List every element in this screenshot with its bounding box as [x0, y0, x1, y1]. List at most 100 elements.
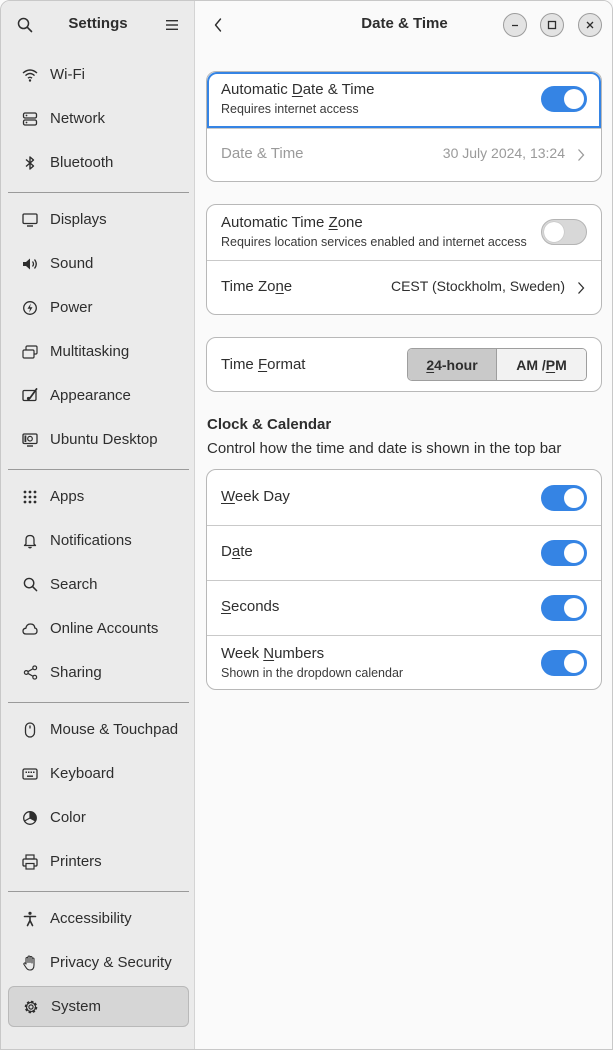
sidebar-item-mouse-touchpad[interactable]: Mouse & Touchpad [8, 709, 189, 750]
seconds-title: Seconds [221, 598, 280, 615]
sidebar-item-label: Keyboard [50, 765, 115, 782]
power-icon [21, 299, 39, 317]
maximize-button[interactable] [540, 13, 564, 37]
minimize-icon [512, 24, 518, 27]
time-format-card: Time Format 2 4-hour AM / PM [206, 337, 602, 392]
bluetooth-icon [21, 154, 39, 172]
gear-icon [22, 998, 40, 1016]
automatic-date-time-switch[interactable] [541, 86, 587, 112]
sidebar-item-label: Apps [50, 488, 85, 505]
sidebar-item-sound[interactable]: Sound [8, 243, 189, 284]
time-zone-row[interactable]: Time Zone CEST (Stockholm, Sweden) [207, 261, 601, 314]
sidebar-item-label: Notifications [50, 532, 132, 549]
appearance-icon [21, 387, 39, 405]
sidebar-item-power[interactable]: Power [8, 287, 189, 328]
speaker-icon [21, 255, 39, 273]
week-day-row[interactable]: Week Day [207, 470, 601, 525]
close-icon [586, 21, 594, 29]
time-format-am-pm-button[interactable]: AM / PM [496, 349, 586, 380]
date-switch[interactable] [541, 540, 587, 566]
sidebar-item-privacy-security[interactable]: Privacy & Security [8, 942, 189, 983]
clock-calendar-description: Control how the time and date is shown i… [207, 440, 562, 457]
sidebar-item-system[interactable]: System [8, 986, 189, 1027]
sidebar-item-online-accounts[interactable]: Online Accounts [8, 608, 189, 649]
sidebar-item-displays[interactable]: Displays [8, 199, 189, 240]
sidebar-item-apps[interactable]: Apps [8, 476, 189, 517]
time-format-toggle-group: 2 4-hour AM / PM [407, 348, 587, 381]
sidebar-item-label: Network [50, 110, 106, 127]
automatic-time-zone-switch[interactable] [541, 219, 587, 245]
date-time-row: Date & Time 30 July 2024, 13:24 [207, 129, 601, 181]
week-numbers-title: Week Numbers [221, 645, 325, 662]
sidebar-item-multitasking[interactable]: Multitasking [8, 331, 189, 372]
sidebar-item-search[interactable]: Search [8, 564, 189, 605]
automatic-date-time-row[interactable]: Automatic Date & Time Requires internet … [207, 72, 601, 128]
clock-calendar-card: Week Day Date Seconds Week Numbers Shown… [206, 469, 602, 690]
seconds-switch[interactable] [541, 595, 587, 621]
chevron-right-icon [575, 147, 587, 163]
wifi-icon [21, 66, 39, 84]
sidebar-item-label: Displays [50, 211, 107, 228]
time-format-title: Time Format [221, 356, 306, 373]
minimize-button[interactable] [503, 13, 527, 37]
sidebar-item-sharing[interactable]: Sharing [8, 652, 189, 693]
sidebar-item-accessibility[interactable]: Accessibility [8, 898, 189, 939]
sidebar-separator [8, 192, 189, 193]
automatic-time-zone-row[interactable]: Automatic Time Zone Requires location se… [207, 205, 601, 260]
menu-icon[interactable] [162, 15, 182, 35]
sidebar-header: Settings [1, 1, 195, 49]
sidebar-item-label: Sound [50, 255, 94, 272]
sidebar-item-label: Color [50, 809, 86, 826]
printer-icon [21, 853, 39, 871]
date-time-card: Automatic Date & Time Requires internet … [206, 71, 602, 182]
accessibility-icon [21, 910, 39, 928]
share-icon [21, 664, 39, 682]
sidebar-item-label: Power [50, 299, 93, 316]
week-day-switch[interactable] [541, 485, 587, 511]
sidebar: Settings Wi-Fi Network Bluetooth Display… [1, 1, 195, 1049]
sidebar-item-keyboard[interactable]: Keyboard [8, 753, 189, 794]
maximize-icon [547, 20, 557, 30]
search-icon [21, 576, 39, 594]
clock-calendar-heading: Clock & Calendar [207, 416, 332, 433]
sidebar-item-label: Privacy & Security [50, 954, 172, 971]
sidebar-item-appearance[interactable]: Appearance [8, 375, 189, 416]
sidebar-item-network[interactable]: Network [8, 98, 189, 139]
date-time-value: 30 July 2024, 13:24 [442, 145, 565, 161]
sidebar-item-label: Appearance [50, 387, 131, 404]
sidebar-item-label: Ubuntu Desktop [50, 431, 158, 448]
sidebar-item-printers[interactable]: Printers [8, 841, 189, 882]
time-format-24-hour-button[interactable]: 2 4-hour [408, 349, 496, 380]
time-zone-value: CEST (Stockholm, Sweden) [390, 278, 565, 294]
date-row[interactable]: Date [207, 526, 601, 580]
cloud-icon [21, 620, 39, 638]
sidebar-separator [8, 469, 189, 470]
sidebar-item-notifications[interactable]: Notifications [8, 520, 189, 561]
sidebar-item-color[interactable]: Color [8, 797, 189, 838]
display-icon [21, 211, 39, 229]
week-numbers-switch[interactable] [541, 650, 587, 676]
sidebar-item-label: Search [50, 576, 98, 593]
sidebar-item-label: Multitasking [50, 343, 130, 360]
multitasking-icon [21, 343, 39, 361]
seconds-row[interactable]: Seconds [207, 581, 601, 635]
sidebar-item-label: Accessibility [50, 910, 132, 927]
bell-icon [21, 532, 39, 550]
automatic-time-zone-title: Automatic Time Zone [221, 214, 363, 231]
chevron-right-icon [575, 280, 587, 296]
sidebar-item-label: Sharing [50, 664, 102, 681]
apps-grid-icon [21, 488, 39, 506]
settings-window: Settings Wi-Fi Network Bluetooth Display… [0, 0, 613, 1050]
sidebar-item-label: Printers [50, 853, 102, 870]
sidebar-separator [8, 702, 189, 703]
automatic-date-time-subtitle: Requires internet access [221, 102, 359, 116]
sidebar-item-bluetooth[interactable]: Bluetooth [8, 142, 189, 183]
sidebar-item-wifi[interactable]: Wi-Fi [8, 54, 189, 95]
sidebar-item-ubuntu-desktop[interactable]: Ubuntu Desktop [8, 419, 189, 460]
color-icon [21, 809, 39, 827]
automatic-date-time-title: Automatic Date & Time [221, 81, 375, 98]
close-button[interactable] [578, 13, 602, 37]
time-zone-title: Time Zone [221, 278, 293, 295]
week-numbers-subtitle: Shown in the dropdown calendar [221, 666, 404, 680]
week-numbers-row[interactable]: Week Numbers Shown in the dropdown calen… [207, 636, 601, 689]
